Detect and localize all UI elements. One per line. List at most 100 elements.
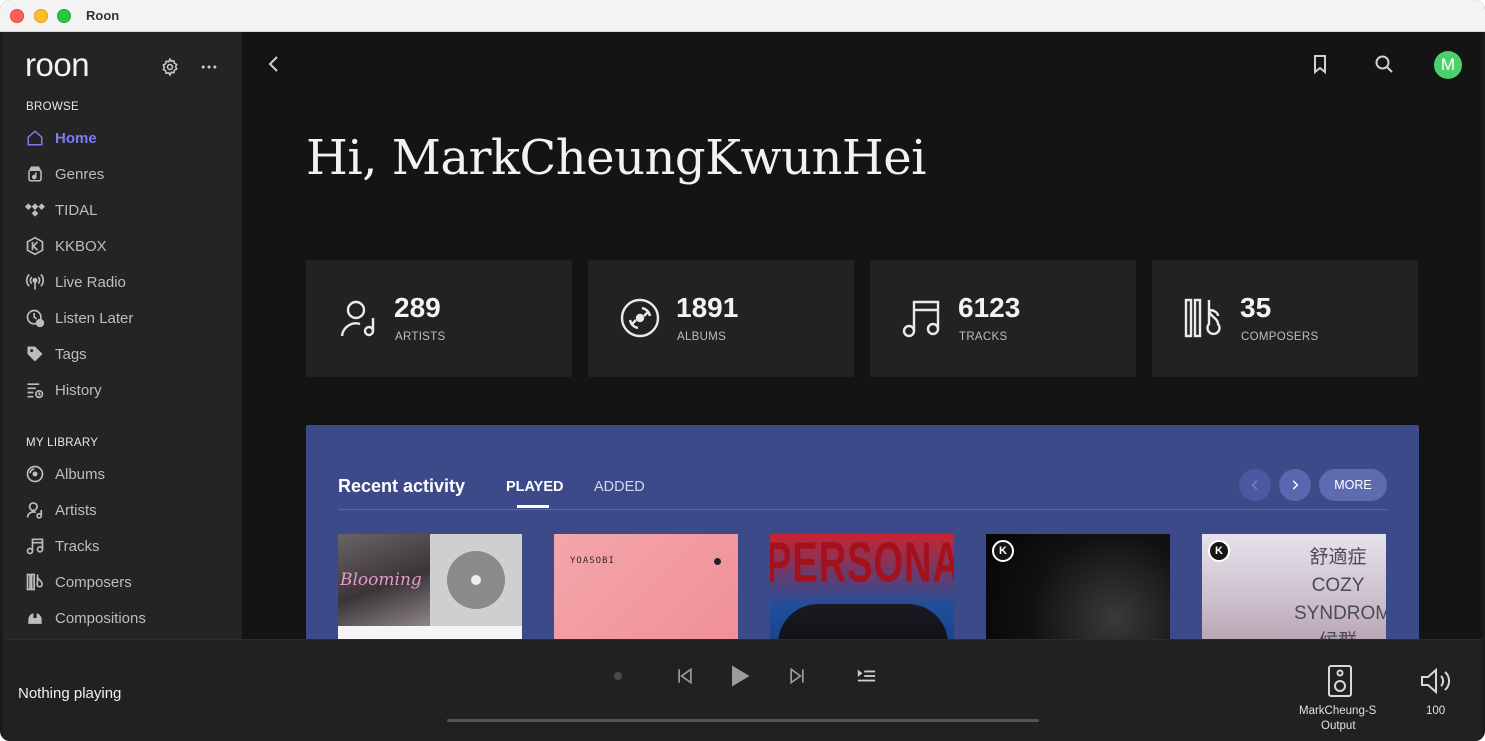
next-track-icon[interactable] <box>787 666 807 691</box>
page-title: Hi, MarkCheungKwunHei <box>306 130 927 186</box>
stat-card-artists[interactable]: 289 ARTISTS <box>306 260 572 377</box>
sidebar-item-label: Artists <box>55 501 97 519</box>
sidebar-item-label: Tags <box>55 345 87 363</box>
sidebar-item-history[interactable]: History <box>25 376 235 404</box>
tab-added[interactable]: ADDED <box>594 479 645 495</box>
album-icon <box>25 464 45 484</box>
kkbox-badge-icon: K <box>992 540 1014 562</box>
volume-level: 100 <box>1426 705 1446 717</box>
sidebar-item-albums[interactable]: Albums <box>25 460 235 488</box>
sidebar-item-label: Composers <box>55 573 132 591</box>
bookmark-icon[interactable] <box>1308 52 1332 76</box>
sidebar-item-label: Tracks <box>55 537 100 555</box>
radio-icon <box>25 272 45 292</box>
sidebar-item-label: KKBOX <box>55 237 107 255</box>
recent-activity-panel: Recent activity PLAYED ADDED MORE Bloomi… <box>306 425 1419 639</box>
sidebar-item-tracks[interactable]: Tracks <box>25 532 235 560</box>
sidebar-item-label: Compositions <box>55 609 146 627</box>
title-bar: Roon <box>0 0 1485 32</box>
previous-track-icon[interactable] <box>675 666 695 691</box>
stat-value: 6123 <box>958 292 1021 323</box>
composition-icon <box>25 608 45 628</box>
roon-logo[interactable]: roon <box>25 48 111 84</box>
sidebar-item-label: Listen Later <box>55 309 134 327</box>
settings-icon[interactable] <box>157 54 183 80</box>
music-note-icon <box>25 536 45 556</box>
previous-page-button[interactable] <box>1239 469 1271 501</box>
stat-value: 35 <box>1240 292 1272 323</box>
sidebar-item-kkbox[interactable]: KKBOX <box>25 232 235 260</box>
active-tab-indicator <box>517 505 549 508</box>
stat-card-tracks[interactable]: 6123 TRACKS <box>870 260 1136 377</box>
chevron-right-icon <box>1292 480 1299 490</box>
stat-label: COMPOSERS <box>1241 331 1319 343</box>
close-window-button[interactable] <box>10 9 24 23</box>
radio-mode-icon[interactable] <box>614 672 622 680</box>
listen-later-icon <box>25 308 45 328</box>
sidebar-item-compositions[interactable]: Compositions <box>25 604 235 632</box>
sidebar: roon BROWSE Home Genres TIDAL KKBOX Live… <box>3 32 242 639</box>
section-title: Recent activity <box>338 476 466 496</box>
stat-card-albums[interactable]: 1891 ALBUMS <box>588 260 854 377</box>
window-title: Roon <box>86 8 120 23</box>
sidebar-item-artists[interactable]: Artists <box>25 496 235 524</box>
music-note-icon <box>900 296 944 340</box>
tag-icon <box>25 344 45 364</box>
genres-icon <box>25 164 45 184</box>
album-cover[interactable]: PERSONA WITHIN <box>770 534 954 639</box>
sidebar-item-label: TIDAL <box>55 201 98 219</box>
sidebar-item-label: Home <box>55 129 97 147</box>
sidebar-item-home[interactable]: Home <box>25 124 235 152</box>
app-window: Roon roon BROWSE Home Genres TIDAL KKBOX <box>0 0 1485 741</box>
now-playing-status: Nothing playing <box>18 685 122 702</box>
search-icon[interactable] <box>1372 52 1396 76</box>
artist-icon <box>25 500 45 520</box>
cover-title: 舒適症 COZY SYNDROME 候群 <box>1294 547 1386 639</box>
seek-bar[interactable] <box>447 719 1039 722</box>
main-content: M Hi, MarkCheungKwunHei 289 ARTISTS 1891… <box>242 32 1482 639</box>
composer-icon <box>25 572 45 592</box>
play-icon[interactable] <box>725 662 753 695</box>
svg-text:roon: roon <box>25 48 89 83</box>
more-options-icon[interactable] <box>196 54 222 80</box>
album-cover[interactable]: YOASOBI <box>554 534 738 639</box>
album-cover[interactable]: Blooming <box>338 534 522 639</box>
queue-icon[interactable] <box>855 666 877 691</box>
artist-icon <box>336 296 380 340</box>
sidebar-item-tags[interactable]: Tags <box>25 340 235 368</box>
cover-vinyl <box>430 534 522 626</box>
library-heading: MY LIBRARY <box>26 437 99 449</box>
stat-card-composers[interactable]: 35 COMPOSERS <box>1152 260 1418 377</box>
history-icon <box>25 380 45 400</box>
stat-label: ARTISTS <box>395 331 446 343</box>
stat-label: ALBUMS <box>677 331 727 343</box>
volume-icon[interactable] <box>1419 666 1453 696</box>
sidebar-item-label: Albums <box>55 465 106 483</box>
album-cover[interactable]: K <box>986 534 1170 639</box>
sidebar-item-composers[interactable]: Composers <box>25 568 235 596</box>
stat-label: TRACKS <box>959 331 1008 343</box>
album-cover[interactable]: K 舒適症 COZY SYNDROME 候群 <box>1202 534 1386 639</box>
cover-title: PERSONA WITHIN <box>770 534 954 595</box>
kkbox-icon <box>25 236 45 256</box>
home-icon <box>25 128 45 148</box>
speaker-icon[interactable] <box>1327 664 1353 698</box>
stat-value: 289 <box>394 292 441 323</box>
minimize-window-button[interactable] <box>34 9 48 23</box>
stat-value: 1891 <box>676 292 739 323</box>
tidal-icon <box>25 200 45 220</box>
next-page-button[interactable] <box>1279 469 1311 501</box>
sidebar-item-listen-later[interactable]: Listen Later <box>25 304 235 332</box>
chevron-left-icon <box>1251 480 1258 490</box>
browse-heading: BROWSE <box>26 101 79 113</box>
sidebar-item-genres[interactable]: Genres <box>25 160 235 188</box>
zone-name[interactable]: MarkCheung-S <box>1299 705 1379 717</box>
tab-played[interactable]: PLAYED <box>506 479 563 495</box>
composer-icon <box>1182 296 1226 340</box>
sidebar-item-live-radio[interactable]: Live Radio <box>25 268 235 296</box>
sidebar-item-tidal[interactable]: TIDAL <box>25 196 235 224</box>
avatar[interactable]: M <box>1434 51 1462 79</box>
back-arrow-icon[interactable] <box>262 52 286 76</box>
more-button[interactable]: MORE <box>1319 469 1387 501</box>
zoom-window-button[interactable] <box>57 9 71 23</box>
